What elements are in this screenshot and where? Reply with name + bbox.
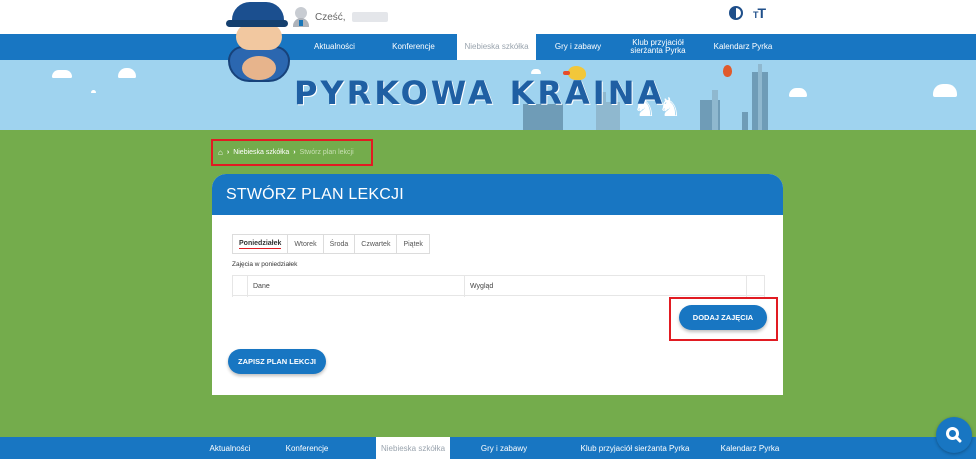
bird-icon (563, 66, 586, 80)
footer-item-konferencje[interactable]: Konferencje (267, 437, 347, 459)
footer-item-kalendarz[interactable]: Kalendarz Pyrka (714, 437, 786, 459)
column-header-wyglad: Wygląd (470, 283, 494, 290)
header-banner: ♞ ♞ PYRKOWA KRAINA (0, 60, 976, 130)
card-header: STWÓRZ PLAN LEKCJI (212, 174, 783, 215)
footer-nav: Aktualności Konferencje Niebieska szkółk… (0, 437, 976, 459)
tab-poniedzialek[interactable]: Poniedziałek (232, 234, 289, 254)
footer-item-klub[interactable]: Klub przyjaciół sierżanta Pyrka (565, 437, 705, 459)
search-button[interactable] (936, 417, 972, 453)
nav-item-konferencje[interactable]: Konferencje (374, 34, 453, 60)
tab-wtorek[interactable]: Wtorek (288, 234, 324, 254)
user-name-redacted (351, 12, 388, 22)
cloud (789, 88, 807, 97)
section-label: Zajęcia w poniedziałek (232, 261, 298, 268)
breadcrumb-current: Stwórz plan lekcji (299, 149, 354, 156)
tab-czwartek[interactable]: Czwartek (355, 234, 398, 254)
classes-table: Dane Wygląd (232, 275, 765, 297)
weekday-tabs: Poniedziałek Wtorek Środa Czwartek Piąte… (232, 234, 430, 254)
main-nav: Aktualności Konferencje Niebieska szkółk… (0, 34, 976, 60)
mascot-sergeant-pyrek[interactable] (222, 2, 298, 84)
building (742, 112, 748, 130)
greeting-text: Cześć, (315, 11, 346, 23)
nav-item-kalendarz[interactable]: Kalendarz Pyrka (703, 34, 783, 60)
breadcrumb-link-niebieska-szkolka[interactable]: Niebieska szkółka (233, 149, 289, 156)
cloud (91, 90, 96, 93)
site-logo-title[interactable]: PYRKOWA KRAINA (294, 74, 665, 112)
user-greeting[interactable]: Cześć, (293, 7, 388, 27)
breadcrumb: ⌂ › Niebieska szkółka › Stwórz plan lekc… (211, 139, 373, 166)
footer-item-gry-i-zabawy[interactable]: Gry i zabawy (472, 437, 536, 459)
column-header-dane: Dane (253, 283, 270, 290)
cloud (52, 70, 72, 78)
nav-item-niebieska-szkolka[interactable]: Niebieska szkółka (457, 34, 536, 60)
footer-item-niebieska-szkolka[interactable]: Niebieska szkółka (376, 437, 450, 459)
font-size-icon[interactable]: TT (753, 5, 766, 21)
footer-item-aktualnosci[interactable]: Aktualności (200, 437, 260, 459)
top-bar: Cześć, TT (0, 0, 976, 34)
add-class-button[interactable]: DODAJ ZAJĘCIA (679, 305, 767, 330)
balloon-icon (723, 65, 732, 77)
cloud (118, 68, 136, 78)
tower-spire (758, 64, 762, 130)
tab-sroda[interactable]: Środa (323, 234, 356, 254)
nav-item-gry-i-zabawy[interactable]: Gry i zabawy (540, 34, 616, 60)
cloud (933, 84, 957, 97)
building (712, 90, 718, 130)
nav-item-aktualnosci[interactable]: Aktualności (300, 34, 369, 60)
tab-piatek[interactable]: Piątek (397, 234, 430, 254)
contrast-icon[interactable] (729, 6, 743, 20)
nav-item-klub[interactable]: Klub przyjaciół sierżanta Pyrka (620, 34, 696, 60)
save-plan-button[interactable]: ZAPISZ PLAN LEKCJI (228, 349, 326, 374)
chevron-right-icon: › (293, 149, 296, 156)
chevron-right-icon: › (226, 149, 230, 156)
page-title: STWÓRZ PLAN LEKCJI (226, 185, 404, 203)
accessibility-tools: TT (729, 5, 766, 21)
home-icon[interactable]: ⌂ (218, 148, 223, 157)
